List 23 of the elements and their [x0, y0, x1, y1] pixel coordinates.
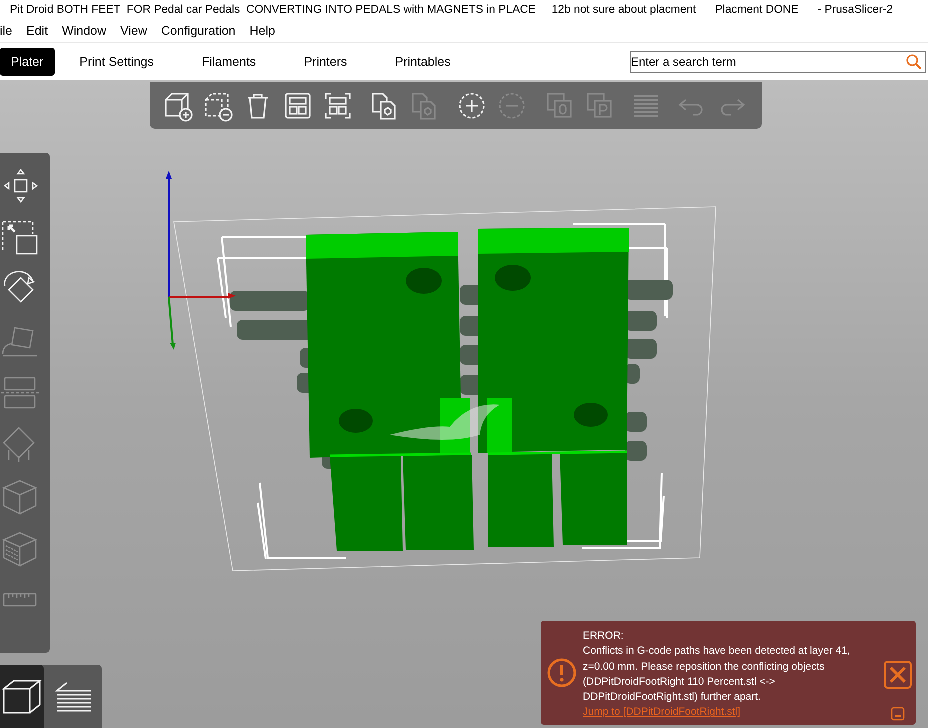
cube-icon	[1, 478, 39, 516]
textured-cube-icon	[1, 530, 39, 568]
tab[interactable]: Plater	[0, 48, 55, 76]
menu-item[interactable]: Configuration	[154, 24, 243, 38]
warning-icon	[547, 658, 577, 688]
view-button[interactable]	[0, 665, 44, 728]
menu-item[interactable]: ile	[0, 24, 20, 38]
menu-item[interactable]: Window	[55, 24, 114, 38]
search-icon	[906, 54, 922, 70]
search-field[interactable]: Enter a search term	[630, 50, 926, 72]
menu-item[interactable]: Help	[242, 24, 282, 38]
tab[interactable]: Filaments	[191, 48, 268, 76]
tab[interactable]: Print Settings	[68, 48, 165, 76]
window-title: Pit Droid BOTH FEET FOR Pedal car Pedals CONVERTING INTO PEDALS with MAGNETS in PLACE 12b not sure about placment Placment DONE - PrusaSlicer-2	[10, 4, 894, 16]
error-message: Conflicts in G-code paths have been detected at layer 41, z=0.00 mm. Please reposition the conflicting objects (DDPitDroidFootRight 110 Percent.stl <-> DDPitDroidFootRight.stl) further apart.	[583, 644, 852, 706]
minimize-icon[interactable]	[891, 707, 905, 721]
tab[interactable]: Printers	[293, 48, 358, 76]
menu-item[interactable]: View	[114, 24, 154, 38]
move-icon	[1, 166, 39, 204]
tab[interactable]: Printables	[384, 48, 462, 76]
menu-item[interactable]: Edit	[20, 24, 56, 38]
error-title: ERROR:	[583, 629, 625, 644]
close-icon[interactable]	[884, 661, 912, 689]
